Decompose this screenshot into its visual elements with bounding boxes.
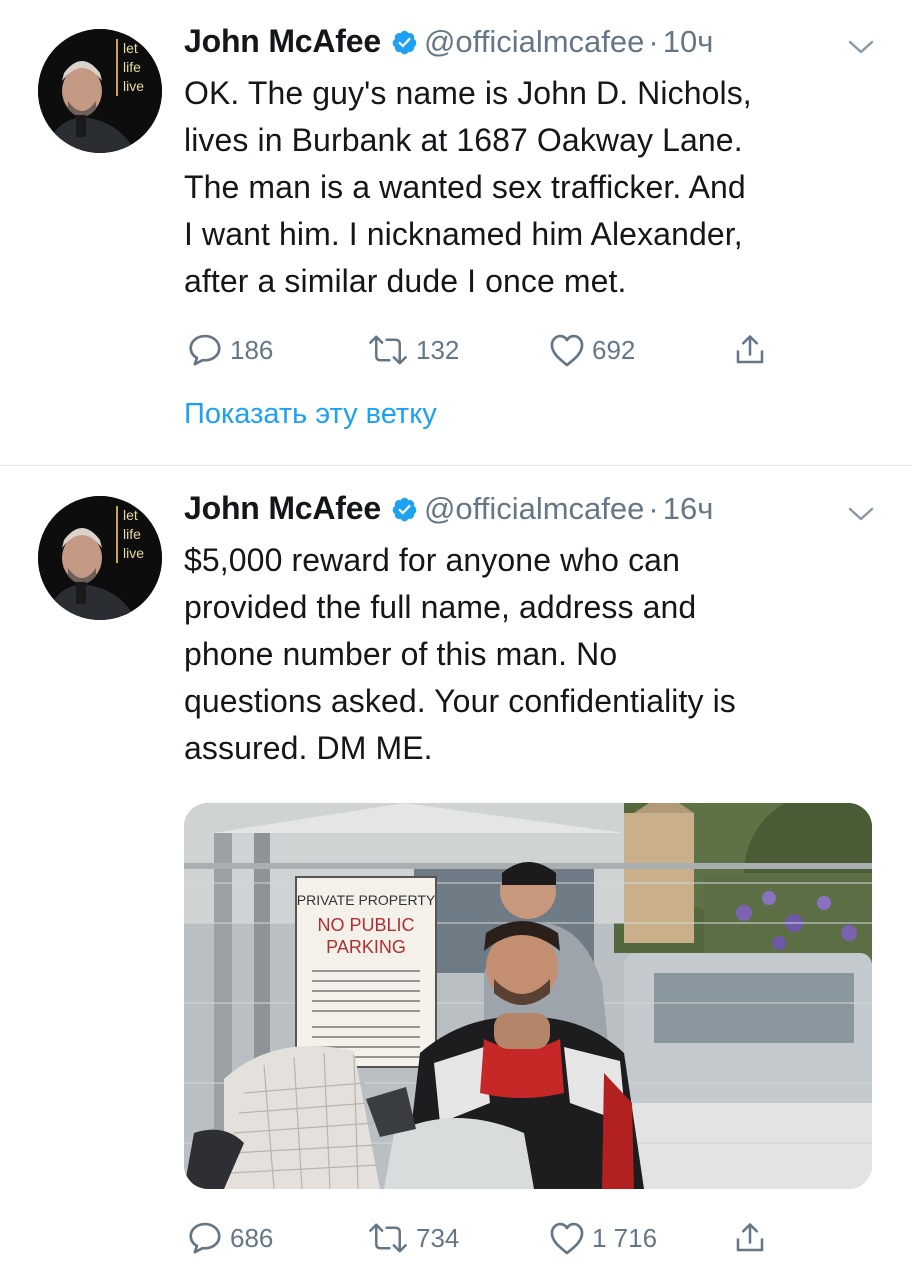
avatar-text: let life live (116, 39, 159, 96)
author-name[interactable]: John McAfee (184, 490, 381, 526)
tweet-actions: 186 132 692 (186, 330, 786, 370)
tweet-text-line: questions asked. Your confidentiality is (184, 683, 736, 719)
separator-dot: · (648, 24, 659, 59)
share-icon (736, 1223, 764, 1252)
sign-line-3: PARKING (326, 937, 406, 957)
like-button[interactable]: 692 (548, 330, 635, 370)
retweet-icon (369, 1223, 407, 1253)
avatar-text: let life live (116, 506, 159, 563)
tweet-text-line: assured. DM ME. (184, 730, 433, 766)
photo-scene: PRIVATE PROPERTY NO PUBLIC PARKING (184, 803, 872, 1189)
tweet-text-line: phone number of this man. No (184, 636, 618, 672)
share-icon (736, 335, 764, 364)
author-handle[interactable]: @officialmcafee (424, 491, 644, 526)
author-name[interactable]: John McAfee (184, 23, 381, 59)
reply-button[interactable]: 186 (186, 330, 273, 370)
share-button[interactable] (732, 1218, 768, 1258)
tweet-text: $5,000 reward for anyone who can provide… (184, 537, 874, 772)
sign-line-1: PRIVATE PROPERTY (297, 892, 436, 908)
tweet-text-line: lives in Burbank at 1687 Oakway Lane. (184, 122, 743, 158)
tweet-text-line: The man is a wanted sex trafficker. And (184, 169, 746, 205)
avatar[interactable]: let life live (38, 29, 162, 153)
heart-icon (550, 1222, 584, 1255)
retweet-button[interactable]: 734 (366, 1218, 459, 1258)
retweet-count: 132 (416, 334, 460, 365)
tweet-text-line: OK. The guy's name is John D. Nichols, (184, 75, 752, 111)
tweet-text-line: $5,000 reward for anyone who can (184, 542, 680, 578)
tweet-text-line: I want him. I nicknamed him Alexander, (184, 216, 743, 252)
tweet-header: John McAfee @officialmcafee · 10ч (184, 23, 713, 67)
reply-count: 686 (230, 1222, 274, 1253)
retweet-button[interactable]: 132 (366, 330, 459, 370)
reply-icon (189, 334, 221, 366)
tweet-1[interactable]: let life live John McAfee @officialmcafee… (0, 0, 912, 465)
author-handle[interactable]: @officialmcafee (424, 24, 644, 59)
tweet-media-photo[interactable]: PRIVATE PROPERTY NO PUBLIC PARKING (184, 803, 872, 1189)
reply-button[interactable]: 686 (186, 1218, 273, 1258)
verified-badge-icon (391, 496, 418, 528)
avatar[interactable]: let life live (38, 496, 162, 620)
like-count: 692 (592, 334, 636, 365)
sign-line-2: NO PUBLIC (317, 915, 414, 935)
tweet-actions: 686 734 1 716 (186, 1218, 786, 1258)
timestamp[interactable]: 16ч (663, 491, 714, 526)
tweet-text-line: provided the full name, address and (184, 589, 697, 625)
verified-badge-icon (391, 29, 418, 61)
chevron-down-icon[interactable] (846, 37, 876, 57)
like-count: 1 716 (592, 1222, 658, 1253)
tweet-text-line: after a similar dude I once met. (184, 263, 627, 299)
tweet-text: OK. The guy's name is John D. Nichols, l… (184, 70, 874, 305)
tweet-header: John McAfee @officialmcafee · 16ч (184, 490, 713, 534)
separator-dot: · (648, 491, 659, 526)
reply-icon (189, 1222, 221, 1254)
chevron-down-icon[interactable] (846, 504, 876, 524)
like-button[interactable]: 1 716 (548, 1218, 657, 1258)
retweet-count: 734 (416, 1222, 460, 1253)
show-thread-link[interactable]: Показать эту ветку (184, 398, 437, 431)
timestamp[interactable]: 10ч (663, 24, 714, 59)
reply-count: 186 (230, 334, 274, 365)
heart-icon (550, 334, 584, 367)
retweet-icon (369, 335, 407, 365)
share-button[interactable] (732, 330, 768, 370)
